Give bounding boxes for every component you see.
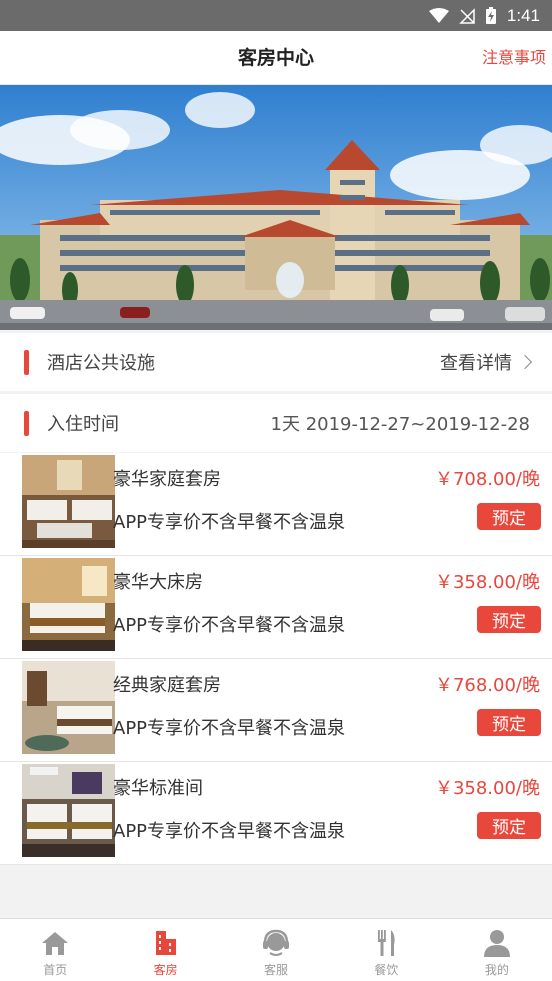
tab-dining[interactable]: 餐饮 bbox=[331, 919, 441, 981]
tab-dining-label: 餐饮 bbox=[374, 963, 399, 977]
status-time: 1:41 bbox=[506, 5, 540, 25]
room-description: APP专享价不含早餐不含温泉 bbox=[113, 615, 346, 636]
checkin-label: 入住时间 bbox=[47, 414, 119, 435]
tab-profile[interactable]: 我的 bbox=[442, 919, 552, 981]
checkin-row[interactable]: 入住时间 1天 2019-12-27~2019-12-28 bbox=[0, 394, 552, 452]
room-photo bbox=[22, 558, 115, 651]
no-signal-icon bbox=[459, 7, 475, 24]
app-header: 客房中心 注意事项 bbox=[0, 31, 552, 85]
hotel-banner-image bbox=[0, 85, 552, 330]
chevron-right-icon bbox=[517, 354, 533, 370]
battery-charging-icon bbox=[485, 6, 496, 24]
tab-service[interactable]: 客服 bbox=[221, 919, 331, 981]
room-photo bbox=[22, 455, 115, 548]
room-price: ￥768.00/晚 bbox=[434, 675, 540, 696]
facilities-label: 酒店公共设施 bbox=[47, 353, 155, 374]
room-price: ￥358.00/晚 bbox=[434, 572, 540, 593]
room-description: APP专享价不含早餐不含温泉 bbox=[113, 821, 346, 842]
tab-rooms[interactable]: 客房 bbox=[110, 919, 220, 981]
book-button[interactable]: 预定 bbox=[477, 503, 541, 530]
bottom-tab-bar: 首页 客房 客服 餐饮 我的 bbox=[0, 918, 552, 981]
facilities-row[interactable]: 酒店公共设施 查看详情 bbox=[0, 333, 552, 391]
wifi-icon bbox=[428, 7, 449, 23]
room-name: 豪华标准间 bbox=[113, 778, 203, 799]
checkin-date[interactable]: 1天 2019-12-27~2019-12-28 bbox=[271, 410, 530, 436]
headset-icon bbox=[263, 929, 290, 956]
room-list: 豪华家庭套房 ￥708.00/晚 APP专享价不含早餐不含温泉 预定 豪华大床房… bbox=[0, 453, 552, 865]
section-marker bbox=[24, 410, 29, 436]
room-item[interactable]: 豪华标准间 ￥358.00/晚 APP专享价不含早餐不含温泉 预定 bbox=[0, 762, 552, 865]
user-icon bbox=[483, 930, 510, 957]
building-icon bbox=[155, 931, 176, 955]
tab-service-label: 客服 bbox=[264, 963, 289, 977]
room-item[interactable]: 豪华大床房 ￥358.00/晚 APP专享价不含早餐不含温泉 预定 bbox=[0, 556, 552, 659]
section-marker bbox=[24, 349, 29, 375]
book-button[interactable]: 预定 bbox=[477, 709, 541, 736]
book-button[interactable]: 预定 bbox=[477, 606, 541, 633]
home-icon bbox=[42, 932, 69, 955]
tab-rooms-label: 客房 bbox=[153, 963, 178, 977]
room-price: ￥708.00/晚 bbox=[434, 469, 540, 490]
view-details-link[interactable]: 查看详情 bbox=[440, 349, 533, 375]
view-details-label: 查看详情 bbox=[440, 353, 512, 374]
room-name: 经典家庭套房 bbox=[113, 675, 221, 696]
tab-home[interactable]: 首页 bbox=[0, 919, 110, 981]
hotel-building-illustration bbox=[0, 85, 552, 330]
room-description: APP专享价不含早餐不含温泉 bbox=[113, 512, 346, 533]
room-name: 豪华家庭套房 bbox=[113, 469, 221, 490]
room-item[interactable]: 经典家庭套房 ￥768.00/晚 APP专享价不含早餐不含温泉 预定 bbox=[0, 659, 552, 762]
book-button[interactable]: 预定 bbox=[477, 812, 541, 839]
fork-knife-icon bbox=[378, 930, 395, 956]
room-price: ￥358.00/晚 bbox=[434, 778, 540, 799]
room-description: APP专享价不含早餐不含温泉 bbox=[113, 718, 346, 739]
room-name: 豪华大床房 bbox=[113, 572, 203, 593]
room-item[interactable]: 豪华家庭套房 ￥708.00/晚 APP专享价不含早餐不含温泉 预定 bbox=[0, 453, 552, 556]
tab-profile-label: 我的 bbox=[484, 963, 509, 977]
room-photo bbox=[22, 661, 115, 754]
status-bar: 1:41 bbox=[0, 0, 552, 31]
room-photo bbox=[22, 764, 115, 857]
notice-link[interactable]: 注意事项 bbox=[482, 31, 546, 85]
tab-home-label: 首页 bbox=[43, 963, 68, 977]
page-title: 客房中心 bbox=[237, 47, 314, 69]
